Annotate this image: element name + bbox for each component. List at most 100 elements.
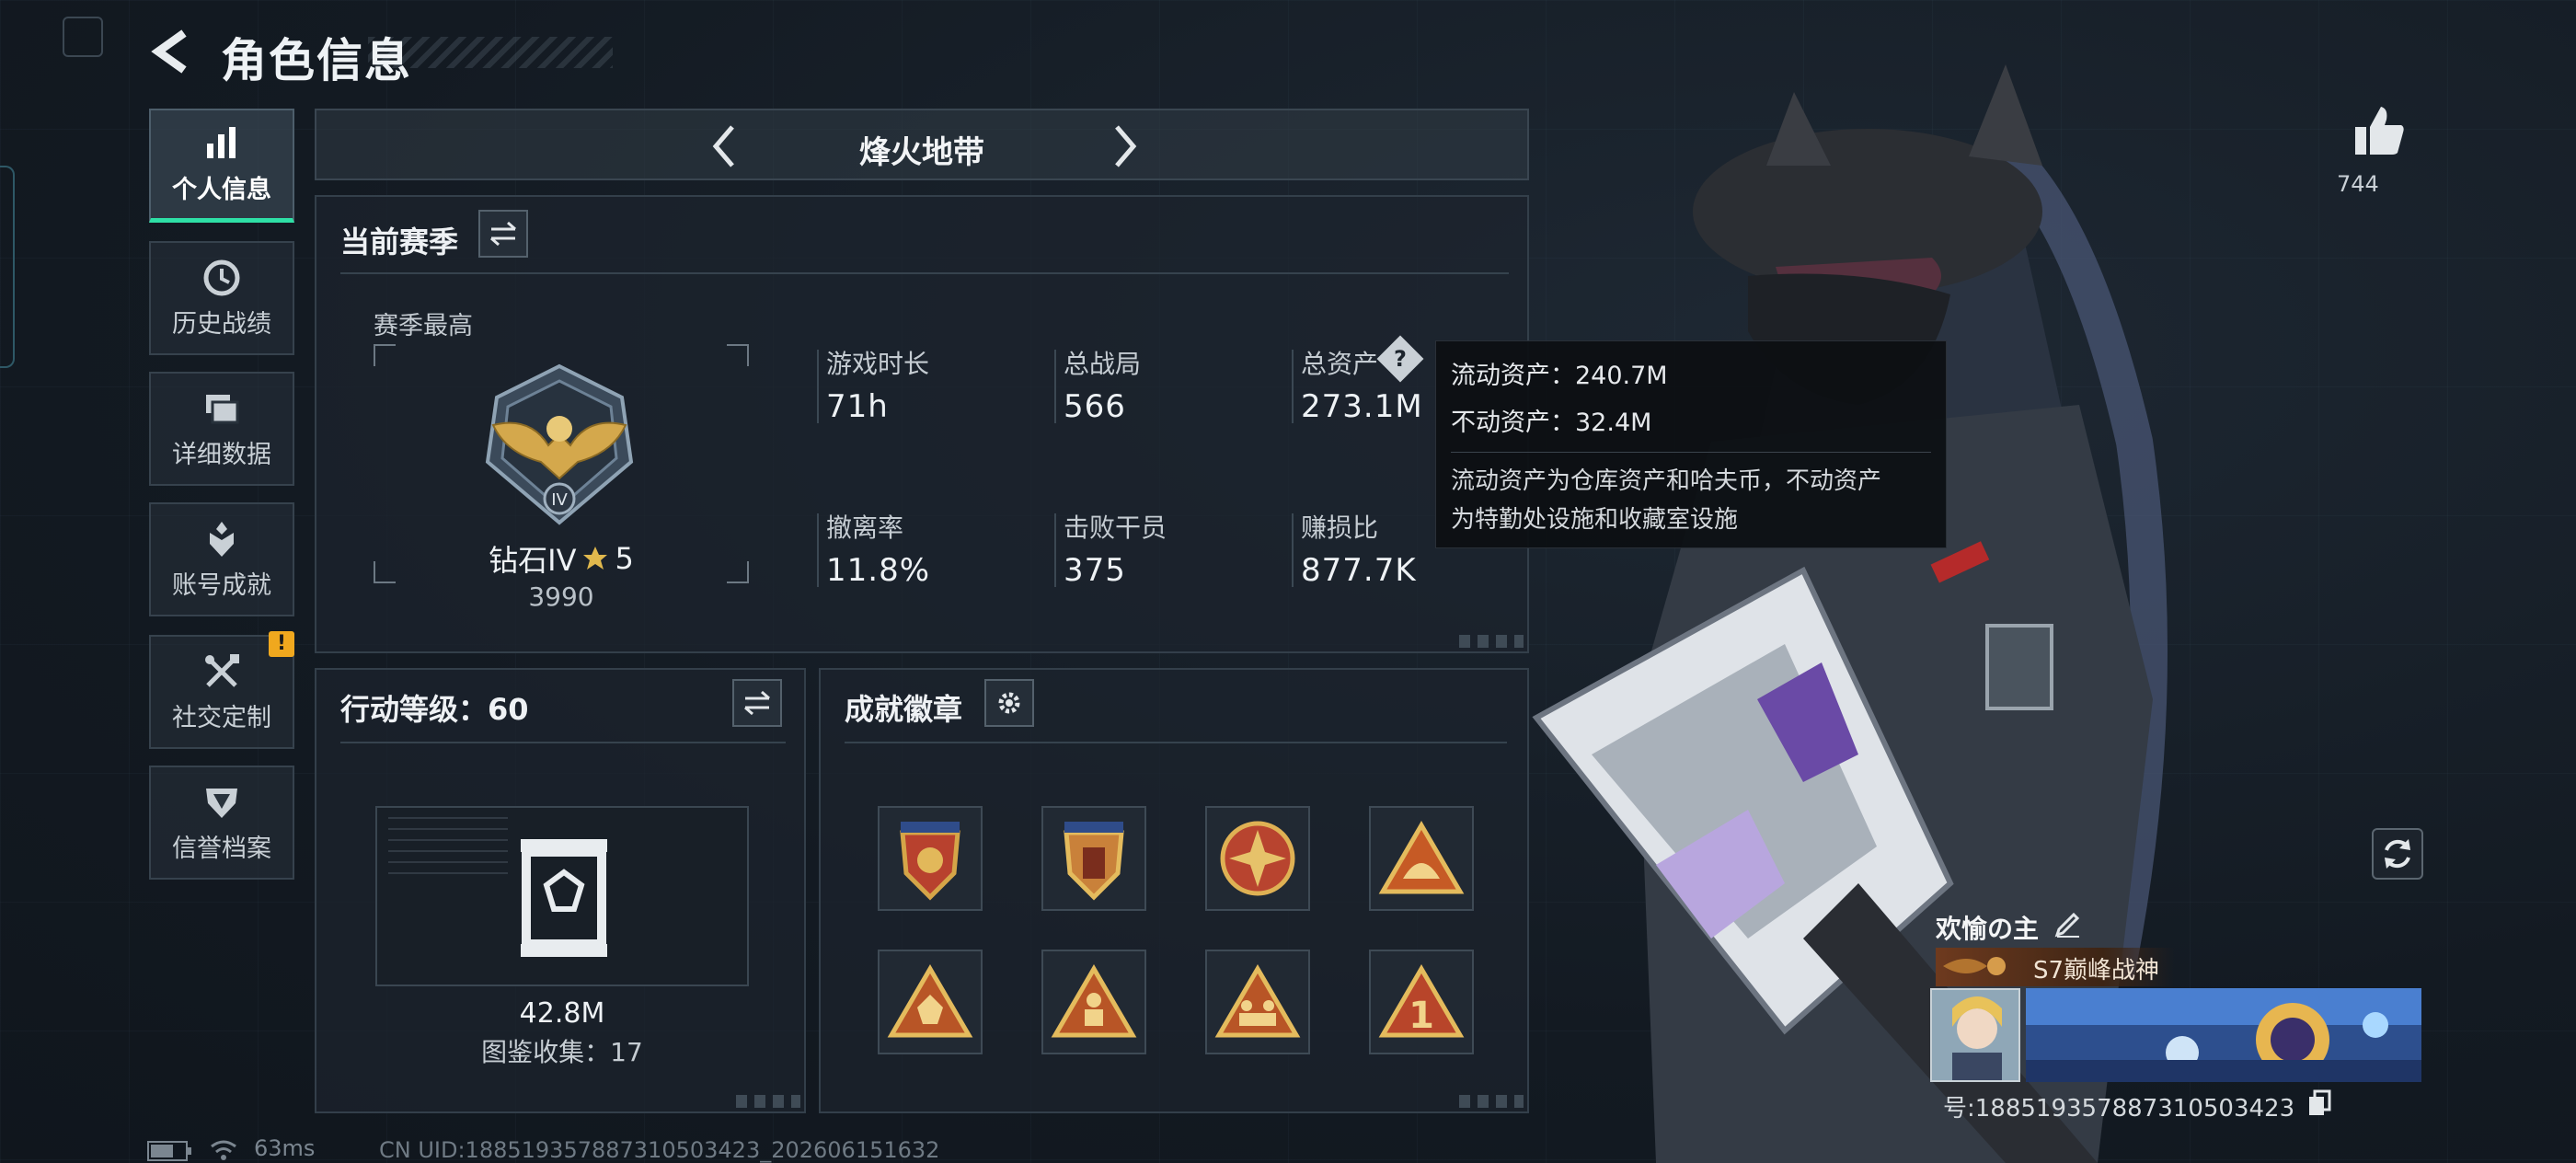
badge-triangle-squad-icon (1214, 964, 1301, 1038)
stat-label: 撤离率 (826, 512, 904, 543)
cn-uid: CN UID:188519357887310503423_20260615163… (379, 1137, 940, 1163)
tooltip-description-line1: 流动资产为仓库资产和哈夫币，不动资产 (1451, 467, 1882, 495)
sidebar-item-label: 个人信息 (172, 176, 271, 204)
divider (340, 742, 786, 743)
stat-label: 游戏时长 (826, 349, 930, 379)
season-best-label: 赛季最高 (374, 312, 473, 340)
achievement-badge[interactable] (1041, 950, 1146, 1054)
achievement-badge[interactable] (1205, 950, 1310, 1054)
achievement-badge[interactable] (878, 806, 983, 911)
title-emblem-icon (1939, 950, 2022, 983)
badge-star-compass-icon (1220, 821, 1295, 896)
achievement-badge[interactable] (878, 950, 983, 1054)
badge-triangle-soldier-icon (1051, 964, 1137, 1038)
copy-uid-button[interactable] (2307, 1089, 2331, 1117)
profile-banner[interactable] (2026, 988, 2421, 1082)
stat-value: 273.1M (1301, 388, 1423, 425)
rank-score: 3990 (528, 582, 594, 612)
tooltip-liquid-assets: 流动资产：240.7M (1451, 362, 1668, 390)
medal-icon (201, 519, 242, 559)
collection-display[interactable] (375, 806, 749, 986)
action-level-switch-button[interactable] (732, 679, 782, 727)
pencil-icon (2054, 912, 2080, 938)
chevron-right-icon (1115, 125, 1137, 167)
rank-stars: 5 (615, 541, 634, 576)
refresh-icon (2385, 839, 2410, 869)
divider (1451, 452, 1931, 453)
gear-icon (998, 692, 1020, 714)
stat-rule (817, 350, 819, 423)
achievements-settings-button[interactable] (984, 679, 1034, 727)
sidebar-item-label: 详细数据 (172, 440, 271, 469)
tooltip-description-line2: 为特勤处设施和收藏室设施 (1451, 506, 1739, 534)
stat-label: 赚损比 (1301, 512, 1379, 543)
page-title: 角色信息 (221, 34, 412, 87)
rank-name: 钻石IV (489, 543, 577, 578)
collection-value: 42.8M (519, 997, 605, 1030)
tooltip-fixed-assets: 不动资产：32.4M (1451, 409, 1652, 437)
achievements-title: 成就徽章 (845, 692, 963, 727)
tools-icon (201, 651, 242, 692)
rank-name-row: 钻石IV 5 (478, 537, 644, 580)
sidebar-item-credit-record[interactable]: 信誉档案 (149, 766, 294, 880)
sidebar-item-detailed-data[interactable]: 详细数据 (149, 372, 294, 486)
sidebar-item-achievements[interactable]: 账号成就 (149, 502, 294, 616)
stat-label: 总资产 (1301, 349, 1379, 379)
bar-chart-icon (201, 123, 242, 164)
battery-icon (147, 1141, 193, 1161)
achievements-panel: 成就徽章 1 (819, 668, 1529, 1113)
stat-value: 566 (1064, 388, 1126, 425)
star-icon (583, 547, 608, 570)
stat-value: 71h (826, 388, 889, 425)
player-name: 欢愉の主 (1936, 914, 2040, 944)
badge-shield-red-stars-icon (900, 822, 960, 901)
stat-value: 11.8% (826, 552, 931, 589)
asset-tooltip: 流动资产：240.7M 不动资产：32.4M 流动资产为仓库资产和哈夫币，不动资… (1435, 340, 1947, 548)
edge-handle (0, 166, 15, 368)
season-title: 当前赛季 (340, 225, 459, 259)
achievement-badge[interactable] (1041, 806, 1146, 911)
swap-icon (744, 690, 770, 716)
badge-triangle-crystal-icon (887, 964, 973, 1038)
sidebar-item-label: 历史战绩 (172, 309, 271, 339)
season-switch-button[interactable] (478, 210, 528, 258)
mode-selector: 烽火地带 (315, 109, 1529, 180)
alert-badge: ! (269, 631, 294, 657)
divider (340, 272, 1509, 274)
stat-value: 375 (1064, 552, 1126, 589)
action-level-title: 行动等级：60 (340, 692, 529, 727)
svg-text:1: 1 (1409, 995, 1434, 1037)
svg-text:IV: IV (551, 490, 568, 510)
achievement-badge[interactable] (1205, 806, 1310, 911)
help-icon: ? (1394, 346, 1407, 372)
mode-name: 烽火地带 (859, 134, 984, 171)
sidebar-item-label: 信誉档案 (172, 834, 271, 863)
collection-count: 图鉴收集：17 (481, 1037, 643, 1067)
stat-value: 877.7K (1301, 552, 1417, 589)
sidebar-item-personal-info[interactable]: 个人信息 (149, 109, 294, 223)
sidebar-item-label: 社交定制 (172, 703, 271, 732)
avatar[interactable] (1930, 988, 2020, 1082)
stat-label: 总战局 (1064, 349, 1142, 379)
edit-name-button[interactable] (2053, 909, 2083, 938)
like-count: 744 (2337, 171, 2379, 197)
swap-icon (490, 221, 516, 247)
shield-icon (201, 782, 242, 823)
refresh-button[interactable] (2372, 828, 2423, 880)
stat-rule (1292, 350, 1294, 423)
action-level-panel: 行动等级：60 42.8M 图鉴收集：17 (315, 668, 806, 1113)
stat-label: 击败干员 (1064, 512, 1167, 543)
stat-rule (1054, 513, 1056, 587)
back-button[interactable] (147, 26, 199, 77)
sidebar-item-label: 账号成就 (172, 570, 271, 600)
sidebar-item-history[interactable]: 历史战绩 (149, 241, 294, 355)
rank-emblem-icon: IV (475, 361, 644, 530)
next-mode-button[interactable] (1098, 121, 1148, 171)
display-texture (388, 817, 508, 881)
asset-help-button[interactable]: ? (1376, 335, 1424, 383)
player-title: S7巅峰战神 (2033, 957, 2160, 985)
divider (845, 742, 1507, 743)
ping-value: 63ms (254, 1135, 316, 1161)
like-button[interactable] (2352, 103, 2407, 158)
copy-icon (2309, 1089, 2331, 1115)
